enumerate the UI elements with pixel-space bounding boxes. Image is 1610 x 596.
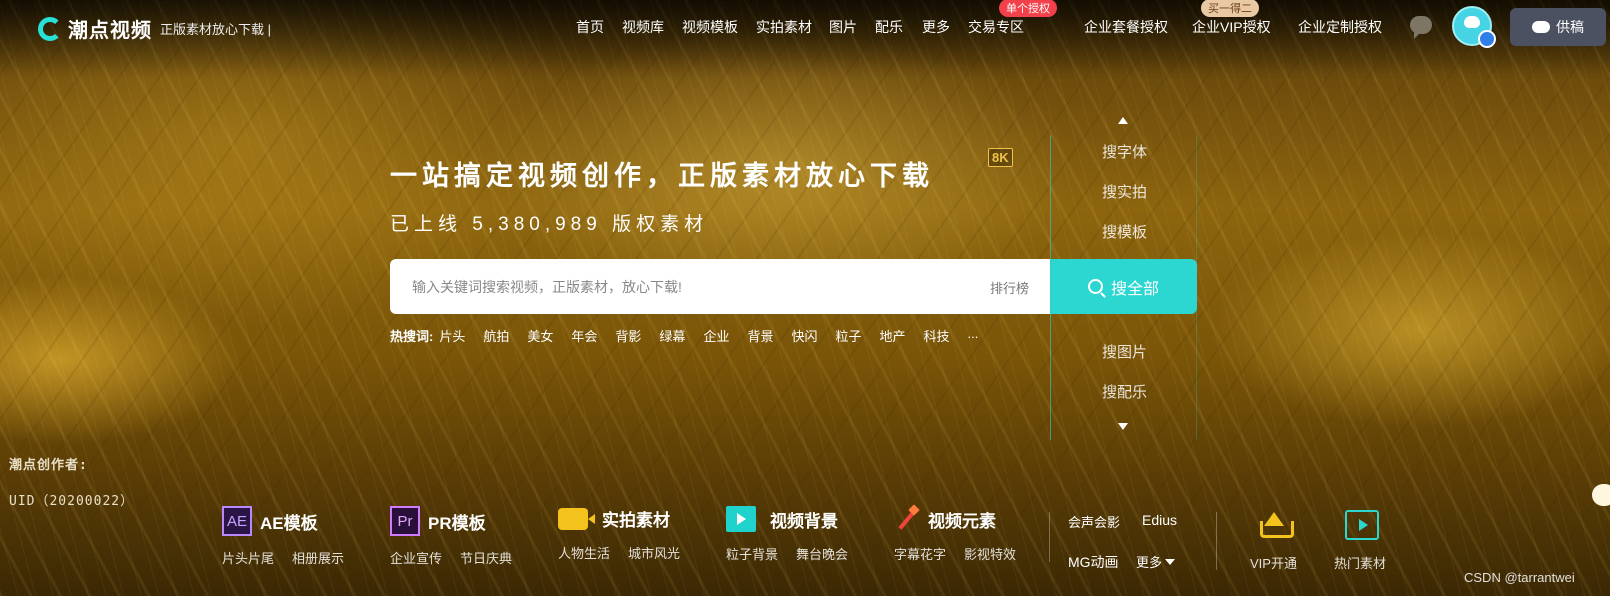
- category-sub-link[interactable]: 片头片尾: [222, 548, 274, 567]
- category-video-bg[interactable]: 视频背景 粒子背景 舞台晚会: [726, 506, 848, 563]
- nav-video-templates[interactable]: 视频模板: [682, 17, 738, 37]
- search-footage[interactable]: 搜实拍: [1051, 181, 1198, 202]
- category-ae[interactable]: AE AE模板 片头片尾 相册展示: [222, 506, 344, 567]
- nav-enterprise-custom[interactable]: 企业定制授权: [1298, 17, 1382, 37]
- top-header: 潮点视频 正版素材放心下载 | 首页 视频库 视频模板 实拍素材 图片 配乐 更…: [0, 0, 1610, 56]
- category-title: AE模板: [260, 513, 318, 533]
- crown-icon[interactable]: [1258, 512, 1294, 538]
- category-pr[interactable]: Pr PR模板 企业宣传 节日庆典: [390, 506, 512, 567]
- category-title: 视频元素: [928, 511, 996, 531]
- magic-wand-icon: [894, 506, 920, 532]
- cloud-upload-icon: [1532, 21, 1550, 33]
- link-huisheng[interactable]: 会声会影: [1068, 512, 1120, 531]
- creator-label: 潮点创作者:: [9, 458, 88, 473]
- hot-search-label: 热搜词:: [390, 329, 434, 344]
- hot-search-list: 热搜词: 片头 航拍 美女 年会 背影 绿幕 企业 背景 快闪 粒子 地产 科技…: [390, 326, 996, 345]
- category-sub-link[interactable]: 粒子背景: [726, 544, 778, 563]
- link-edius[interactable]: Edius: [1142, 512, 1177, 528]
- more-dropdown[interactable]: 更多: [1136, 552, 1176, 571]
- nav-footage[interactable]: 实拍素材: [756, 17, 812, 37]
- category-sub-link[interactable]: 节日庆典: [460, 548, 512, 567]
- search-templates[interactable]: 搜模板: [1051, 221, 1198, 242]
- hot-material-icon[interactable]: [1345, 510, 1379, 540]
- search-input[interactable]: [390, 259, 1050, 314]
- hero-subtitle: 已上线 5,380,989 版权素材: [390, 214, 709, 235]
- play-screen-icon: [726, 506, 756, 532]
- hot-search-item[interactable]: 绿幕: [659, 326, 685, 345]
- ae-icon: AE: [222, 506, 252, 536]
- nav-enterprise-vip[interactable]: 企业VIP授权: [1192, 17, 1271, 37]
- nav-more[interactable]: 更多: [922, 17, 950, 37]
- hot-search-item[interactable]: 背影: [615, 326, 641, 345]
- side-scroll-up-icon[interactable]: [1118, 112, 1128, 124]
- more-label: 更多: [1136, 555, 1163, 570]
- single-license-badge: 单个授权: [999, 0, 1057, 17]
- nav-home[interactable]: 首页: [576, 17, 604, 37]
- hot-search-item[interactable]: 快闪: [791, 326, 817, 345]
- category-title: PR模板: [428, 513, 486, 533]
- supply-button[interactable]: 供稿: [1510, 8, 1606, 46]
- bottom-divider: [1216, 512, 1217, 570]
- hot-search-item[interactable]: 企业: [703, 326, 729, 345]
- hot-search-item[interactable]: 粒子: [835, 326, 861, 345]
- category-video-elements[interactable]: 视频元素 字幕花字 影视特效: [894, 506, 1016, 563]
- nav-music[interactable]: 配乐: [875, 17, 903, 37]
- nav-video-library[interactable]: 视频库: [622, 17, 664, 37]
- search-images[interactable]: 搜图片: [1051, 341, 1198, 362]
- supply-label: 供稿: [1556, 19, 1584, 35]
- category-sub-link[interactable]: 相册展示: [292, 548, 344, 567]
- category-title: 实拍素材: [602, 511, 670, 530]
- side-scroll-down-icon[interactable]: [1118, 423, 1128, 435]
- category-sub-link[interactable]: 字幕花字: [894, 544, 946, 563]
- bottom-divider: [1049, 512, 1050, 562]
- camera-icon: [558, 507, 588, 530]
- category-sub-link[interactable]: 城市风光: [628, 543, 680, 562]
- nav-enterprise-package[interactable]: 企业套餐授权: [1084, 17, 1168, 37]
- site-logo[interactable]: 潮点视频 正版素材放心下载 |: [38, 14, 271, 43]
- buy-one-get-two-badge: 买一得二: [1201, 0, 1259, 17]
- search-music[interactable]: 搜配乐: [1051, 381, 1198, 402]
- link-mg-animation[interactable]: MG动画: [1068, 552, 1119, 572]
- hero-title: 一站搞定视频创作，正版素材放心下载: [390, 161, 934, 191]
- category-sub-link[interactable]: 企业宣传: [390, 548, 442, 567]
- caret-down-icon: [1165, 559, 1176, 570]
- nav-trade-zone[interactable]: 交易专区: [968, 17, 1024, 37]
- hot-search-item[interactable]: 美女: [527, 326, 553, 345]
- hot-search-item[interactable]: 背景: [747, 326, 773, 345]
- message-icon[interactable]: [1410, 16, 1432, 39]
- category-sub-link[interactable]: 人物生活: [558, 543, 610, 562]
- pr-icon: Pr: [390, 506, 420, 536]
- logo-text: 潮点视频: [68, 20, 152, 42]
- side-search-panel: 搜字体 搜实拍 搜模板 搜图片 搜配乐: [1050, 135, 1197, 440]
- hot-material-link[interactable]: 热门素材: [1334, 553, 1386, 572]
- logo-c-icon: [38, 16, 62, 41]
- logo-slogan: 正版素材放心下载 |: [160, 22, 271, 37]
- category-footage[interactable]: 实拍素材 人物生活 城市风光: [558, 506, 680, 562]
- hot-search-item[interactable]: 科技: [924, 326, 950, 345]
- side-float-tab[interactable]: [1592, 484, 1610, 506]
- category-sub-link[interactable]: 影视特效: [964, 544, 1016, 563]
- 8k-badge: 8K: [988, 148, 1013, 167]
- hot-search-item[interactable]: 年会: [571, 326, 597, 345]
- search-fonts[interactable]: 搜字体: [1051, 141, 1198, 162]
- nav-images[interactable]: 图片: [829, 17, 857, 37]
- category-title: 视频背景: [770, 511, 838, 531]
- vip-open-link[interactable]: VIP开通: [1250, 553, 1297, 572]
- hot-search-item[interactable]: 地产: [880, 326, 906, 345]
- hot-search-item[interactable]: 航拍: [483, 326, 509, 345]
- ranking-link[interactable]: 排行榜: [990, 278, 1029, 297]
- category-sub-link[interactable]: 舞台晚会: [796, 544, 848, 563]
- hot-search-more[interactable]: ...: [968, 326, 979, 345]
- creator-uid: UID（20200022）: [9, 494, 135, 509]
- hot-search-item[interactable]: 片头: [439, 326, 465, 345]
- csdn-watermark: CSDN @tarrantwei: [1464, 570, 1575, 585]
- wechat-badge-icon: [1478, 30, 1496, 48]
